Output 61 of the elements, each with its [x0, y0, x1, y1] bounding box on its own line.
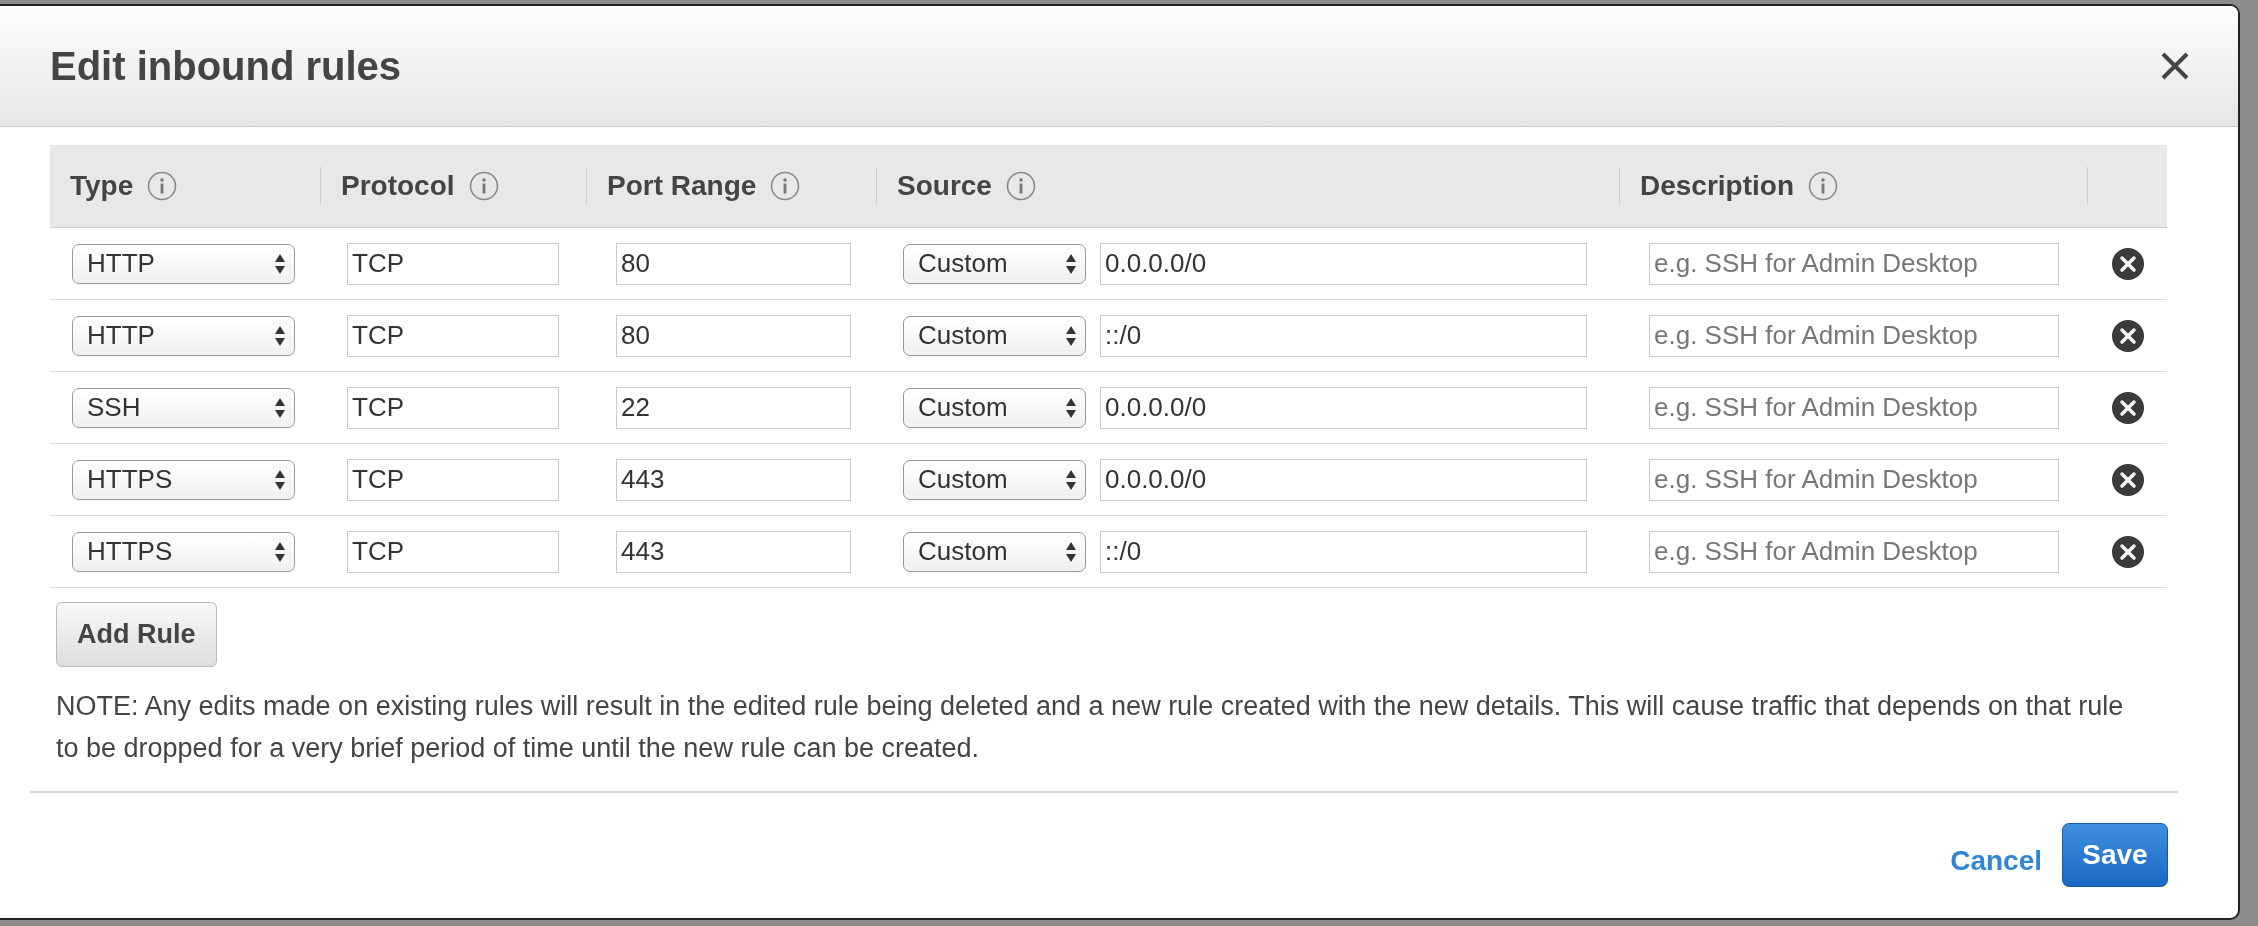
close-icon [2160, 51, 2190, 81]
up-down-arrow-icon [274, 540, 286, 563]
type-select[interactable]: SSH [72, 387, 295, 428]
column-header: Source [897, 170, 992, 202]
info-icon[interactable] [1808, 171, 1839, 201]
info-icon[interactable] [468, 171, 499, 201]
protocol-field[interactable]: TCP [347, 386, 559, 429]
protocol-field[interactable]: TCP [347, 530, 559, 573]
info-icon[interactable] [770, 171, 801, 201]
description-field[interactable]: e.g. SSH for Admin Desktop [1649, 242, 2059, 285]
description-field[interactable]: e.g. SSH for Admin Desktop [1649, 314, 2059, 357]
port-range-field[interactable]: 443 [616, 530, 851, 573]
add-rule-button[interactable]: Add Rule [56, 602, 217, 667]
type-select[interactable]: HTTPS [72, 459, 295, 500]
column-header: Type [70, 170, 134, 202]
up-down-arrow-icon [274, 468, 286, 491]
source-select[interactable]: Custom [903, 387, 1086, 428]
up-down-arrow-icon [1065, 396, 1077, 419]
up-down-arrow-icon [1065, 540, 1077, 563]
source-field[interactable]: ::/0 [1100, 530, 1587, 573]
note-text: NOTE: Any edits made on existing rules will result in the edited rule being deleted and a new rule created with the new details. This will cause traffic that depends on that rule to be dropped for a very brief period of time until the new rule can be created. [56, 690, 2125, 765]
port-range-field[interactable]: 80 [616, 242, 851, 285]
cancel-link[interactable]: Cancel [1950, 845, 2042, 877]
up-down-arrow-icon [1065, 252, 1077, 275]
remove-icon[interactable] [2111, 462, 2145, 497]
source-select[interactable]: Custom [903, 459, 1086, 500]
source-select[interactable]: Custom [903, 531, 1086, 572]
source-select[interactable]: Custom [903, 243, 1086, 284]
protocol-field[interactable]: TCP [347, 314, 559, 357]
up-down-arrow-icon [274, 252, 286, 275]
protocol-field[interactable]: TCP [347, 458, 559, 501]
port-range-field[interactable]: 22 [616, 386, 851, 429]
up-down-arrow-icon [274, 324, 286, 347]
up-down-arrow-icon [1065, 468, 1077, 491]
source-field[interactable]: 0.0.0.0/0 [1100, 458, 1587, 501]
source-field[interactable]: 0.0.0.0/0 [1100, 386, 1587, 429]
column-header: Description [1640, 170, 1795, 202]
up-down-arrow-icon [1065, 324, 1077, 347]
port-range-field[interactable]: 80 [616, 314, 851, 357]
description-field[interactable]: e.g. SSH for Admin Desktop [1649, 530, 2059, 573]
up-down-arrow-icon [274, 396, 286, 419]
port-range-field[interactable]: 443 [616, 458, 851, 501]
type-select[interactable]: HTTPS [72, 531, 295, 572]
remove-icon[interactable] [2111, 246, 2145, 281]
protocol-field[interactable]: TCP [347, 242, 559, 285]
save-button[interactable]: Save [2062, 823, 2168, 887]
source-field[interactable]: 0.0.0.0/0 [1100, 242, 1587, 285]
remove-icon[interactable] [2111, 534, 2145, 569]
remove-icon[interactable] [2111, 390, 2145, 425]
column-header: Port Range [607, 170, 757, 202]
remove-icon[interactable] [2111, 318, 2145, 353]
info-icon[interactable] [1005, 171, 1036, 201]
source-select[interactable]: Custom [903, 315, 1086, 356]
description-field[interactable]: e.g. SSH for Admin Desktop [1649, 458, 2059, 501]
type-select[interactable]: HTTP [72, 315, 295, 356]
column-header: Protocol [341, 170, 455, 202]
type-select[interactable]: HTTP [72, 243, 295, 284]
description-field[interactable]: e.g. SSH for Admin Desktop [1649, 386, 2059, 429]
source-field[interactable]: ::/0 [1100, 314, 1587, 357]
dialog-title: Edit inbound rules [50, 43, 402, 89]
info-icon[interactable] [147, 171, 178, 201]
